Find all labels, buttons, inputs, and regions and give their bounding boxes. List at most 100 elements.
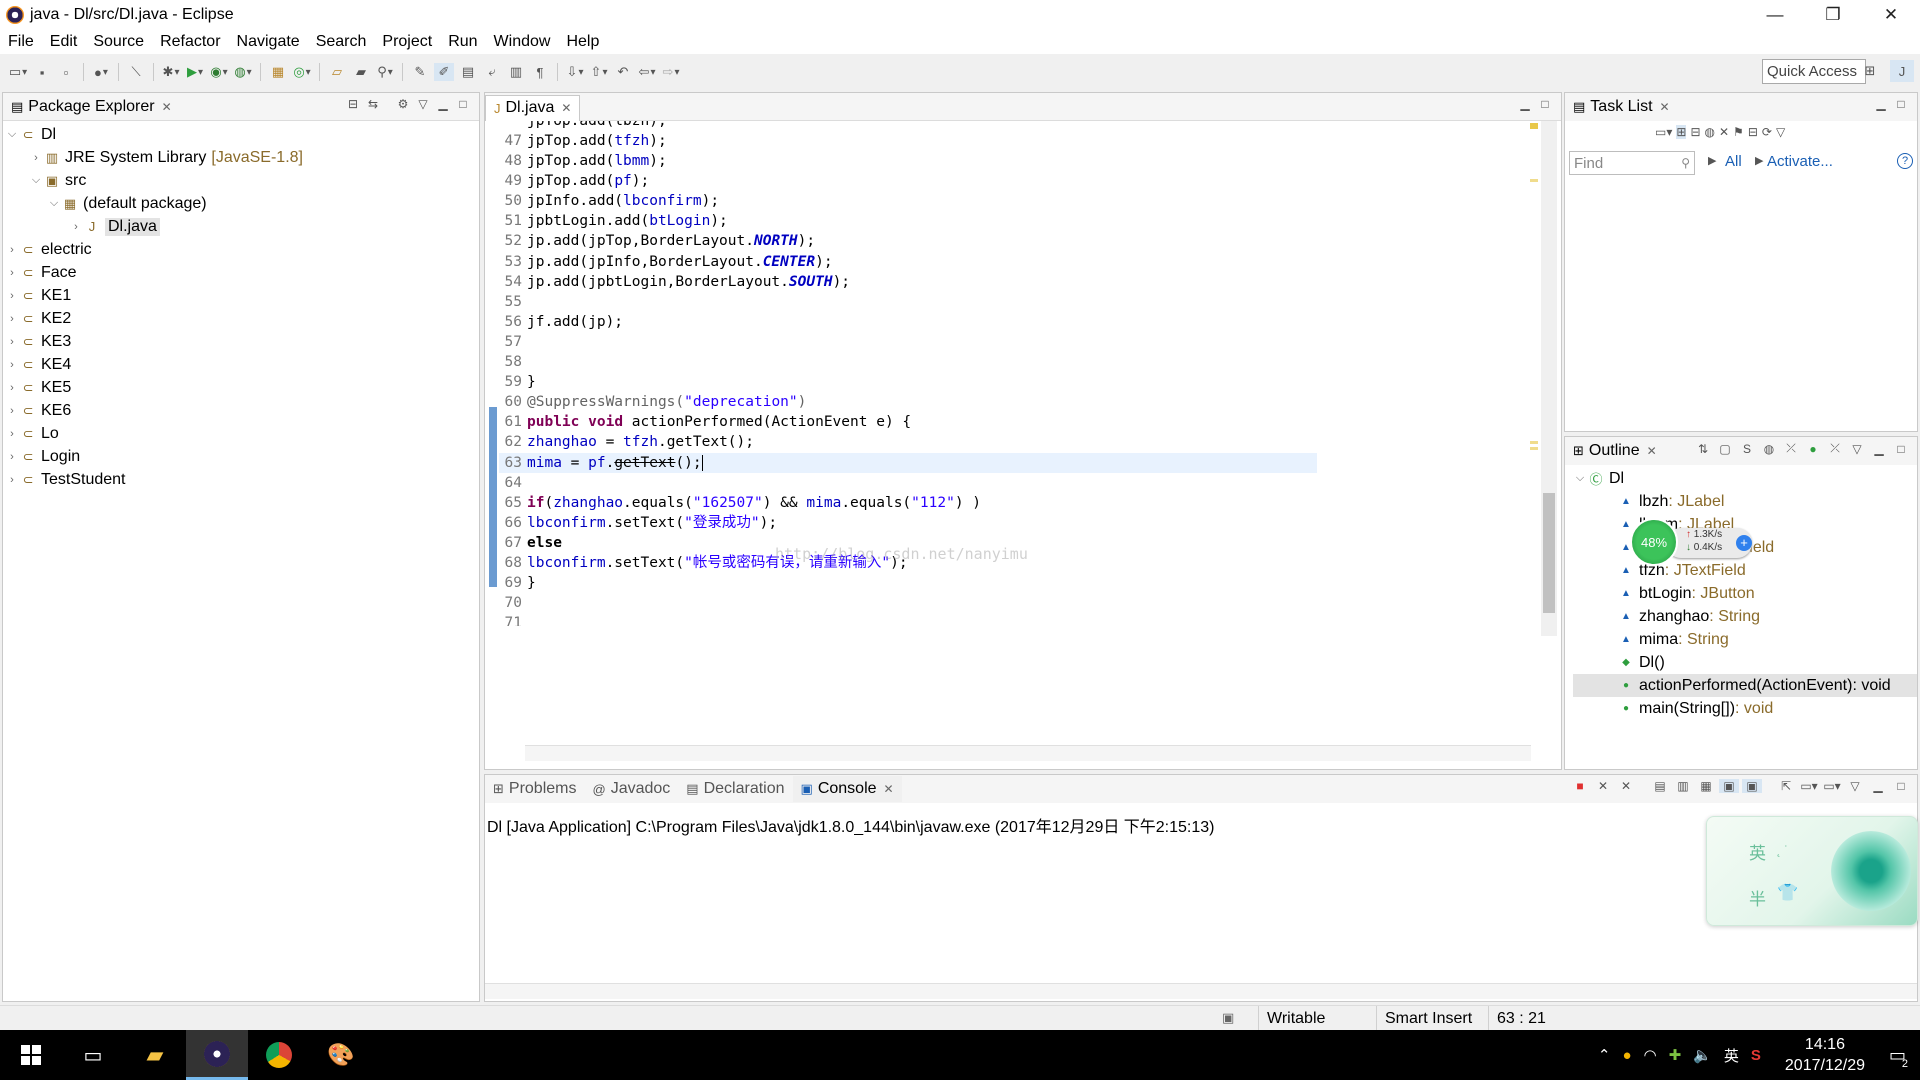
tree-item-project[interactable]: › ⊂ KE6	[3, 399, 479, 422]
find-field[interactable]: Find ⚲	[1569, 151, 1695, 175]
tree-item-src[interactable]: ⌵ ▣ src	[3, 169, 479, 192]
back-icon[interactable]: ⇦	[637, 63, 657, 81]
link-editor-icon[interactable]: ⇆	[363, 97, 383, 111]
chevron-down-icon[interactable]: ⌵	[29, 174, 43, 187]
start-button[interactable]	[0, 1030, 62, 1080]
chevron-right-icon[interactable]: ›	[5, 428, 19, 440]
tree-item-dl[interactable]: ⌵ ⊂ Dl	[3, 123, 479, 146]
open-task-icon[interactable]: ▰	[351, 63, 371, 81]
chevron-down-icon[interactable]: ▽	[1847, 442, 1867, 456]
eclipse-taskbar-button[interactable]	[186, 1030, 248, 1080]
file-explorer-button[interactable]: ▰	[124, 1030, 186, 1080]
ime-width-label[interactable]: 半	[1749, 885, 1766, 910]
hide-fields-icon[interactable]: ▢	[1715, 442, 1735, 456]
chevron-right-icon[interactable]: ›	[69, 221, 83, 233]
outline-item[interactable]: ● main(String[]) : void	[1573, 697, 1917, 720]
tree-item-dl-java[interactable]: › J Dl.java	[3, 215, 479, 238]
menu-refactor[interactable]: Refactor	[152, 33, 228, 51]
tab-task-list[interactable]: ▤ Task List ✕	[1565, 94, 1678, 120]
mark-occurrences-icon[interactable]: ✐	[434, 63, 454, 81]
show-whitespace-icon[interactable]: ¶	[530, 63, 550, 81]
open-console-icon[interactable]: ▭▾	[1822, 779, 1842, 793]
paint-taskbar-button[interactable]: 🎨	[310, 1030, 372, 1080]
hide-static-icon[interactable]: S	[1737, 442, 1757, 456]
chevron-right-icon[interactable]: ›	[29, 152, 43, 164]
plus-icon[interactable]: +	[1736, 535, 1752, 551]
save-all-icon[interactable]: ▫	[56, 63, 76, 81]
outline-item[interactable]: ▲ lbzh : JLabel	[1573, 490, 1917, 513]
tree-item-project[interactable]: › ⊂ KE2	[3, 307, 479, 330]
tree-item-project[interactable]: › ⊂ electric	[3, 238, 479, 261]
tree-item-default-package[interactable]: ⌵ ▦ (default package)	[3, 192, 479, 215]
java-perspective-icon[interactable]: J	[1890, 60, 1914, 82]
new-task-icon[interactable]: ▭▾	[1655, 125, 1672, 139]
code-area[interactable]: jpTop.add(lbzh); 47 jpTop.add(tfzh); 48 jp…	[499, 121, 1317, 626]
chevron-down-icon[interactable]: ▽	[1845, 779, 1865, 793]
focus-icon[interactable]: ●	[1803, 442, 1823, 456]
maximize-view-icon[interactable]: □	[1891, 97, 1911, 111]
tab-console[interactable]: ▣ Console ✕	[792, 776, 902, 802]
menu-search[interactable]: Search	[308, 33, 375, 51]
search-icon[interactable]: ⚲	[375, 63, 395, 81]
tree-item-project[interactable]: › ⊂ KE1	[3, 284, 479, 307]
annotation-icon[interactable]: ✎	[410, 63, 430, 81]
open-type-icon[interactable]: ▱	[327, 63, 347, 81]
chevron-down-icon[interactable]: ⌵	[1573, 472, 1587, 485]
open-perspective-icon[interactable]: ⊞	[1858, 60, 1882, 82]
collapse-all-icon[interactable]: ⊟	[343, 97, 363, 111]
menu-navigate[interactable]: Navigate	[229, 33, 308, 51]
scroll-thumb[interactable]	[1543, 493, 1555, 613]
outline-item-class[interactable]: ⌵ Ⓒ Dl	[1573, 467, 1917, 490]
all-link[interactable]: All	[1725, 153, 1742, 170]
minimize-view-icon[interactable]: ▁	[1868, 779, 1888, 793]
chevron-down-icon[interactable]: ▽	[1776, 125, 1785, 139]
menu-project[interactable]: Project	[374, 33, 440, 51]
wifi-icon[interactable]: ◠	[1644, 1046, 1657, 1064]
menu-source[interactable]: Source	[85, 33, 152, 51]
sync-icon[interactable]: ⟳	[1762, 125, 1772, 139]
menu-window[interactable]: Window	[486, 33, 559, 51]
chevron-up-icon[interactable]: ⌃	[1598, 1046, 1611, 1064]
chevron-right-icon[interactable]: ›	[5, 313, 19, 325]
maximize-view-icon[interactable]: □	[453, 97, 473, 111]
collapse-all-icon[interactable]: ⊟	[1748, 125, 1758, 139]
clear-console-icon[interactable]: ▤	[1650, 779, 1670, 793]
outline-item[interactable]: ▲ btLogin : JButton	[1573, 582, 1917, 605]
terminate-icon[interactable]: ■	[1570, 779, 1590, 793]
chevron-right-icon[interactable]: ›	[5, 405, 19, 417]
maximize-view-icon[interactable]: □	[1535, 97, 1555, 111]
last-edit-icon[interactable]: ↶	[613, 63, 633, 81]
minimize-view-icon[interactable]: ▁	[433, 97, 453, 111]
chrome-tray-icon[interactable]: ●	[1622, 1047, 1631, 1064]
forward-icon[interactable]: ⇨	[661, 63, 681, 81]
tree-item-project[interactable]: › ⊂ TestStudent	[3, 468, 479, 491]
close-button[interactable]: ✕	[1862, 0, 1920, 30]
ime-language-tray[interactable]: 英	[1724, 1045, 1739, 1066]
display-console-icon[interactable]: ▭▾	[1799, 779, 1819, 793]
outline-item[interactable]: ▲ mima : String	[1573, 628, 1917, 651]
skin-icon[interactable]: 👕	[1777, 883, 1798, 903]
close-icon[interactable]: ✕	[561, 101, 571, 115]
sort-icon[interactable]: ⇅	[1693, 442, 1713, 456]
remove-launch-icon[interactable]: ✕	[1593, 779, 1613, 793]
maximize-button[interactable]: ❐	[1804, 0, 1862, 30]
chevron-right-icon[interactable]: ›	[5, 244, 19, 256]
external-tools-icon[interactable]: ◍	[233, 63, 253, 81]
tab-problems[interactable]: ⊞ Problems	[485, 776, 584, 802]
coverage-icon[interactable]: ◉	[209, 63, 229, 81]
remove-all-icon[interactable]: ✕	[1616, 779, 1636, 793]
chevron-right-icon[interactable]: ›	[5, 451, 19, 463]
close-icon[interactable]: ✕	[1647, 444, 1657, 458]
menu-file[interactable]: File	[0, 33, 42, 51]
tree-item-project[interactable]: › ⊂ KE3	[3, 330, 479, 353]
activate-link[interactable]: Activate...	[1767, 153, 1833, 170]
tab-javadoc[interactable]: @ Javadoc	[584, 776, 678, 802]
profile-icon[interactable]: ●	[91, 63, 111, 81]
breadcrumb-icon[interactable]: ▥	[506, 63, 526, 81]
debug-icon[interactable]: ✱	[161, 63, 181, 81]
tree-item-project[interactable]: › ⊂ KE5	[3, 376, 479, 399]
sogou-icon[interactable]: S	[1751, 1047, 1761, 1064]
link-editor-icon[interactable]: ⤫	[1825, 441, 1845, 456]
show-on-error-icon[interactable]: ▣	[1742, 779, 1762, 793]
volume-icon[interactable]: 🔈	[1693, 1046, 1712, 1064]
